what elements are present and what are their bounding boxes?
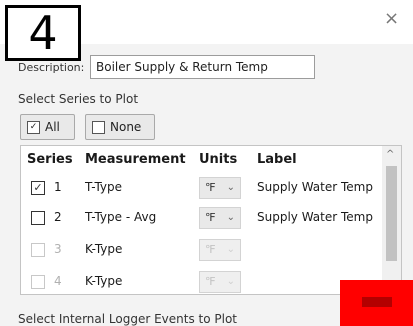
select-none-label: None — [110, 120, 142, 134]
checkbox-none-icon — [92, 120, 105, 134]
chevron-down-icon: ⌄ — [226, 212, 235, 223]
series-4-checkbox — [31, 275, 45, 289]
measurement-cell: T-Type — [85, 180, 123, 194]
column-header-units: Units — [199, 152, 238, 167]
series-number: 1 — [54, 180, 62, 194]
label-cell[interactable]: Supply Water Temp — [257, 210, 373, 224]
series-2-checkbox[interactable] — [31, 211, 45, 225]
measurement-cell: K-Type — [85, 274, 123, 288]
close-icon[interactable]: × — [384, 10, 399, 28]
table-row: 2 T-Type - Avg ℉ ⌄ Supply Water Temp — [21, 204, 381, 234]
series-1-checkbox[interactable]: ✓ — [31, 181, 45, 195]
series-number: 3 — [54, 242, 62, 256]
redaction-overlay — [340, 280, 413, 326]
chevron-down-icon: ⌄ — [226, 244, 235, 255]
units-value: ℉ — [205, 211, 216, 224]
column-header-series: Series — [27, 152, 73, 167]
units-dropdown: ℉ ⌄ — [199, 271, 241, 293]
series-section-heading: Select Series to Plot — [18, 92, 139, 106]
scroll-up-icon[interactable]: ^ — [386, 149, 394, 160]
select-all-label: All — [45, 120, 60, 134]
series-number: 4 — [54, 274, 62, 288]
units-value: ℉ — [205, 181, 216, 194]
chevron-down-icon: ⌄ — [226, 182, 235, 193]
redaction-mark — [362, 297, 392, 307]
step-number-badge: 4 — [5, 5, 81, 61]
description-input[interactable]: Boiler Supply & Return Temp — [90, 55, 315, 79]
chevron-down-icon: ⌄ — [226, 276, 235, 287]
measurement-cell: K-Type — [85, 242, 123, 256]
units-value: ℉ — [205, 243, 216, 256]
column-header-measurement: Measurement — [85, 152, 186, 167]
checkbox-all-icon: ✓ — [27, 120, 40, 134]
units-value: ℉ — [205, 275, 216, 288]
units-dropdown[interactable]: ℉ ⌄ — [199, 207, 241, 229]
measurement-cell: T-Type - Avg — [85, 210, 157, 224]
table-row: ✓ 1 T-Type ℉ ⌄ Supply Water Temp — [21, 174, 381, 204]
series-table: Series Measurement Units Label ✓ 1 T-Typ… — [20, 145, 402, 295]
select-none-button[interactable]: None — [85, 114, 155, 140]
column-header-label: Label — [257, 152, 297, 167]
label-cell[interactable]: Supply Water Temp — [257, 180, 373, 194]
table-row: 3 K-Type ℉ ⌄ — [21, 236, 381, 266]
series-3-checkbox — [31, 243, 45, 257]
table-scrollbar[interactable]: ^ — [382, 146, 401, 294]
units-dropdown: ℉ ⌄ — [199, 239, 241, 261]
select-all-button[interactable]: ✓ All — [20, 114, 75, 140]
events-section-heading: Select Internal Logger Events to Plot — [18, 312, 237, 326]
series-number: 2 — [54, 210, 62, 224]
description-label: Description: — [18, 61, 85, 74]
table-row: 4 K-Type ℉ ⌄ — [21, 268, 381, 294]
scrollbar-thumb[interactable] — [386, 166, 397, 261]
units-dropdown[interactable]: ℉ ⌄ — [199, 177, 241, 199]
